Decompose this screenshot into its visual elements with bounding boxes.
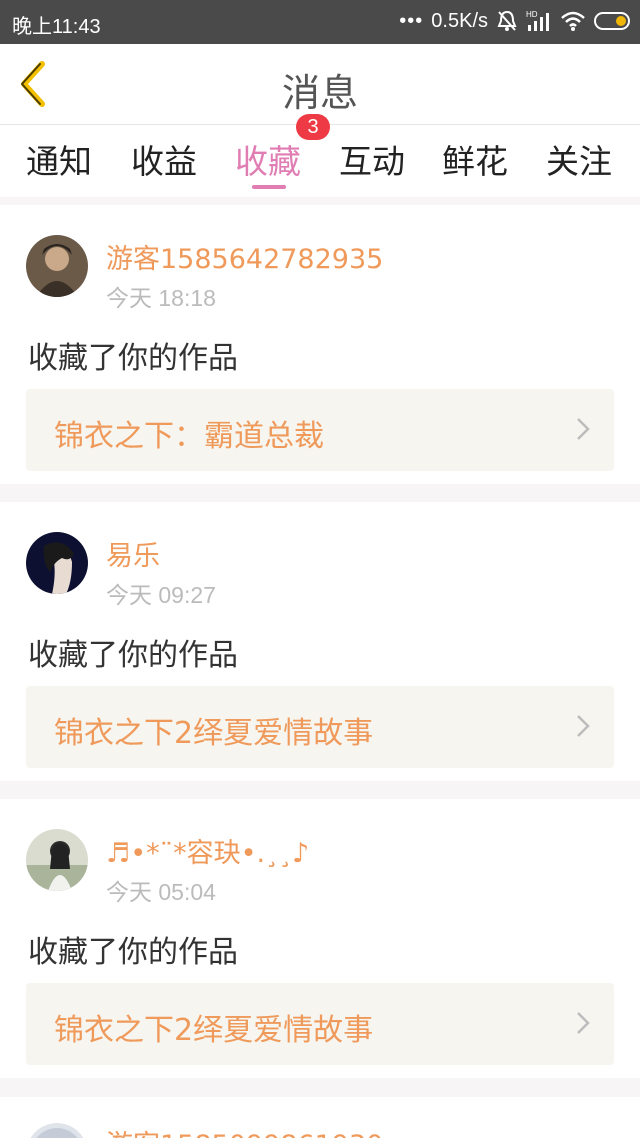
message-card: 游客1585642782935 今天 18:18 收藏了你的作品 锦衣之下：霸道… bbox=[0, 205, 640, 484]
chevron-right-icon bbox=[577, 1012, 590, 1034]
timestamp: 今天 05:04 bbox=[106, 879, 216, 905]
work-title: 锦衣之下2绎夏爱情故事 bbox=[54, 716, 374, 751]
tab-earnings[interactable]: 收益 bbox=[131, 135, 197, 183]
active-tab-indicator bbox=[252, 185, 286, 189]
tab-flowers[interactable]: 鲜花 bbox=[442, 135, 508, 183]
message-card-partial: 游客1585099861930 bbox=[0, 1097, 640, 1138]
tab-follows[interactable]: 关注 bbox=[546, 135, 612, 183]
chevron-right-icon bbox=[577, 418, 590, 440]
work-link[interactable]: 锦衣之下：霸道总裁 bbox=[26, 389, 614, 471]
username[interactable]: ♬•*¨*容玦•.¸¸♪ bbox=[106, 831, 309, 870]
svg-text:HD: HD bbox=[526, 10, 538, 19]
avatar[interactable] bbox=[26, 1123, 88, 1138]
work-title: 锦衣之下2绎夏爱情故事 bbox=[54, 1013, 374, 1048]
username[interactable]: 游客1585642782935 bbox=[106, 237, 383, 276]
tab-notifications[interactable]: 通知 bbox=[26, 135, 92, 183]
work-link[interactable]: 锦衣之下2绎夏爱情故事 bbox=[26, 983, 614, 1065]
action-text: 收藏了你的作品 bbox=[28, 638, 238, 673]
username[interactable]: 易乐 bbox=[106, 534, 160, 573]
timestamp: 今天 18:18 bbox=[106, 285, 216, 311]
status-icons: ••• 0.5K/s HD bbox=[399, 8, 630, 34]
tab-interactions[interactable]: 互动 bbox=[339, 135, 405, 183]
timestamp: 今天 09:27 bbox=[106, 582, 216, 608]
status-bar: 晚上11:43 ••• 0.5K/s HD bbox=[0, 0, 640, 44]
avatar[interactable] bbox=[26, 829, 88, 891]
work-link[interactable]: 锦衣之下2绎夏爱情故事 bbox=[26, 686, 614, 768]
page-title: 消息 bbox=[281, 71, 358, 115]
battery-icon bbox=[594, 12, 630, 30]
wifi-icon bbox=[561, 11, 585, 31]
username[interactable]: 游客1585099861930 bbox=[106, 1123, 383, 1138]
avatar[interactable] bbox=[26, 235, 88, 297]
hd-signal-icon: HD bbox=[526, 10, 549, 31]
status-time: 晚上11:43 bbox=[12, 16, 101, 38]
chevron-right-icon bbox=[577, 715, 590, 737]
network-speed: 0.5K/s bbox=[431, 9, 488, 32]
action-text: 收藏了你的作品 bbox=[28, 935, 238, 970]
mute-bell-icon bbox=[497, 10, 517, 31]
work-title: 锦衣之下：霸道总裁 bbox=[54, 419, 324, 454]
favorites-count-badge: 3 bbox=[296, 114, 330, 140]
more-dots-icon: ••• bbox=[399, 9, 424, 32]
message-card: ♬•*¨*容玦•.¸¸♪ 今天 05:04 收藏了你的作品 锦衣之下2绎夏爱情故… bbox=[0, 799, 640, 1078]
tab-favorites[interactable]: 收藏 bbox=[235, 135, 301, 183]
title-bar: 消息 bbox=[0, 44, 640, 125]
message-card: 易乐 今天 09:27 收藏了你的作品 锦衣之下2绎夏爱情故事 bbox=[0, 502, 640, 781]
action-text: 收藏了你的作品 bbox=[28, 341, 238, 376]
avatar[interactable] bbox=[26, 532, 88, 594]
